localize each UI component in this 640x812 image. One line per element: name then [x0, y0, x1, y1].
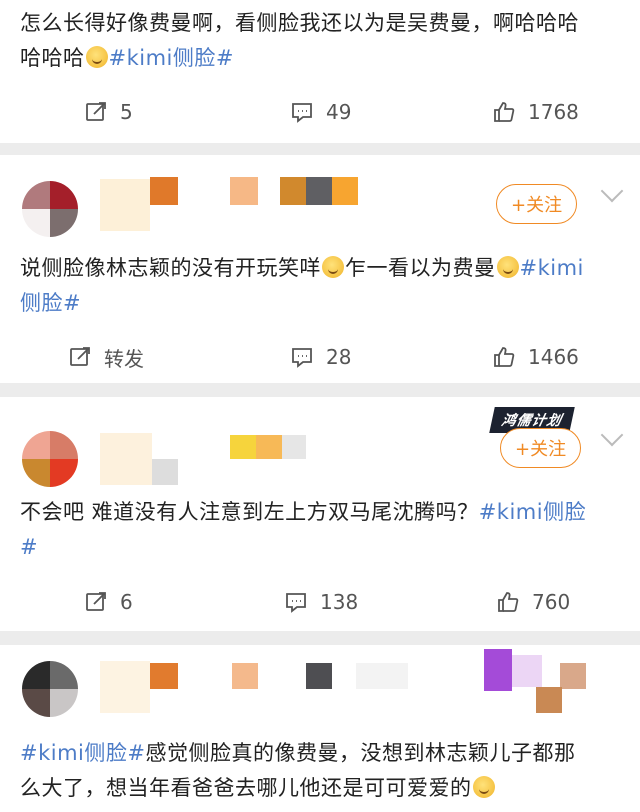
blurred-username-block: [282, 435, 306, 459]
blurred-username-block: [356, 663, 408, 689]
laugh-emoji-icon: [322, 256, 344, 278]
post-4-line-2: 么大了，想当年看爸爸去哪儿他还是可可爱爱的: [20, 776, 472, 800]
hashtag-link[interactable]: #kimi侧脸#: [109, 46, 234, 70]
laugh-emoji-icon: [85, 46, 108, 68]
blurred-username-block: [150, 663, 178, 689]
post-4-line-1: 感觉侧脸真的像费曼，没想到林志颖儿子都那: [145, 741, 576, 765]
like-button[interactable]: 760: [496, 582, 570, 622]
avatar[interactable]: [22, 181, 78, 237]
blurred-image-block: [512, 655, 542, 687]
thumbs-up-icon: [494, 102, 515, 122]
repost-button[interactable]: 5: [84, 92, 133, 132]
blurred-username-block: [332, 177, 358, 205]
post-3-text: 不会吧 难道没有人注意到左上方双马尾沈腾吗？#kimi侧脸 #: [20, 495, 624, 565]
comment-button[interactable]: 138: [284, 582, 358, 622]
post-1-text: 怎么长得好像费曼啊，看侧脸我还以为是吴费曼，啊哈哈哈 哈哈哈 #kimi侧脸#: [20, 6, 624, 76]
blurred-username-block: [230, 435, 256, 459]
card-separator: [0, 631, 640, 645]
repost-button[interactable]: 转发: [68, 337, 144, 377]
blurred-username-block: [230, 177, 258, 205]
post-1-line-2: 哈哈哈: [20, 46, 85, 70]
post-card-4: #kimi侧脸#感觉侧脸真的像费曼，没想到林志颖儿子都那 么大了，想当年看爸爸去…: [0, 645, 640, 812]
post-2-text-after-emoji: 乍一看以为费曼: [345, 256, 496, 280]
post-4-text: #kimi侧脸#感觉侧脸真的像费曼，没想到林志颖儿子都那 么大了，想当年看爸爸去…: [20, 736, 624, 806]
post-3-actions: 6 138 760: [0, 582, 640, 622]
comment-icon: [292, 103, 312, 123]
like-count: 760: [532, 590, 571, 614]
repost-count: 5: [120, 100, 133, 124]
comment-icon: [292, 348, 312, 368]
blurred-username-block: [152, 459, 178, 485]
like-count: 1768: [528, 100, 579, 124]
comment-count: 28: [326, 345, 352, 369]
post-2-actions: 转发 28 1466: [0, 337, 640, 377]
hashtag-link[interactable]: #kimi侧脸: [479, 500, 586, 524]
blurred-username: [100, 179, 150, 231]
repost-count: 6: [120, 590, 133, 614]
blurred-username: [100, 433, 152, 485]
blurred-username-block: [256, 435, 282, 459]
comment-button[interactable]: 28: [290, 337, 351, 377]
post-card-1: 怎么长得好像费曼啊，看侧脸我还以为是吴费曼，啊哈哈哈 哈哈哈 #kimi侧脸# 5…: [0, 0, 640, 143]
hashtag-link[interactable]: #kimi: [520, 256, 584, 280]
blurred-username: [100, 661, 150, 713]
blurred-username-block: [306, 663, 332, 689]
blurred-image-block: [536, 687, 562, 713]
post-card-2: +关注 说侧脸像林志颖的没有开玩笑咩 乍一看以为费曼 #kimi 侧脸# 转发 28…: [0, 155, 640, 383]
comment-button[interactable]: 49: [290, 92, 351, 132]
chevron-down-icon[interactable]: [600, 179, 624, 203]
follow-label: +关注: [515, 439, 567, 460]
comment-icon: [286, 593, 306, 613]
post-2-text-main: 说侧脸像林志颖的没有开玩笑咩: [20, 256, 321, 280]
follow-label: +关注: [511, 195, 563, 216]
repost-button[interactable]: 6: [84, 582, 133, 622]
blurred-username-block: [232, 663, 258, 689]
like-button[interactable]: 1466: [492, 337, 579, 377]
chevron-down-icon[interactable]: [600, 423, 624, 447]
blurred-image-block: [560, 663, 586, 689]
crying-emoji-icon: [472, 776, 495, 798]
post-card-3: 鸿儒计划 +关注 不会吧 难道没有人注意到左上方双马尾沈腾吗？#kimi侧脸 #…: [0, 397, 640, 631]
follow-button[interactable]: +关注: [496, 184, 578, 224]
dizzy-emoji-icon: [496, 256, 519, 278]
card-separator: [0, 383, 640, 397]
avatar[interactable]: [22, 661, 78, 717]
hashtag-link-continued[interactable]: 侧脸#: [20, 291, 81, 315]
post-1-actions: 5 49 1768: [0, 92, 640, 132]
repost-icon: [86, 102, 106, 121]
comment-count: 138: [320, 590, 359, 614]
post-2-text: 说侧脸像林志颖的没有开玩笑咩 乍一看以为费曼 #kimi 侧脸#: [20, 251, 624, 321]
thumbs-up-icon: [494, 347, 515, 367]
blurred-username-block: [150, 177, 178, 205]
like-count: 1466: [528, 345, 579, 369]
thumbs-up-icon: [498, 592, 519, 612]
repost-label: 转发: [104, 346, 144, 371]
weibo-comment-feed: 怎么长得好像费曼啊，看侧脸我还以为是吴费曼，啊哈哈哈 哈哈哈 #kimi侧脸# 5…: [0, 0, 640, 812]
hashtag-link[interactable]: #kimi侧脸#: [20, 741, 145, 765]
avatar[interactable]: [22, 431, 78, 487]
blurred-username-block: [280, 177, 306, 205]
hashtag-link-continued[interactable]: #: [20, 535, 38, 559]
post-1-line-1: 怎么长得好像费曼啊，看侧脸我还以为是吴费曼，啊哈哈哈: [20, 11, 579, 35]
blurred-username-block: [306, 177, 332, 205]
card-separator: [0, 143, 640, 155]
follow-button[interactable]: +关注: [500, 428, 582, 468]
repost-icon: [70, 347, 90, 366]
watermark-text: 鸿儒计划: [500, 413, 564, 429]
post-3-line-1: 不会吧 难道没有人注意到左上方双马尾沈腾吗？: [20, 500, 479, 524]
comment-count: 49: [326, 100, 352, 124]
blurred-image-block: [484, 649, 512, 691]
like-button[interactable]: 1768: [492, 92, 579, 132]
repost-icon: [86, 592, 106, 611]
